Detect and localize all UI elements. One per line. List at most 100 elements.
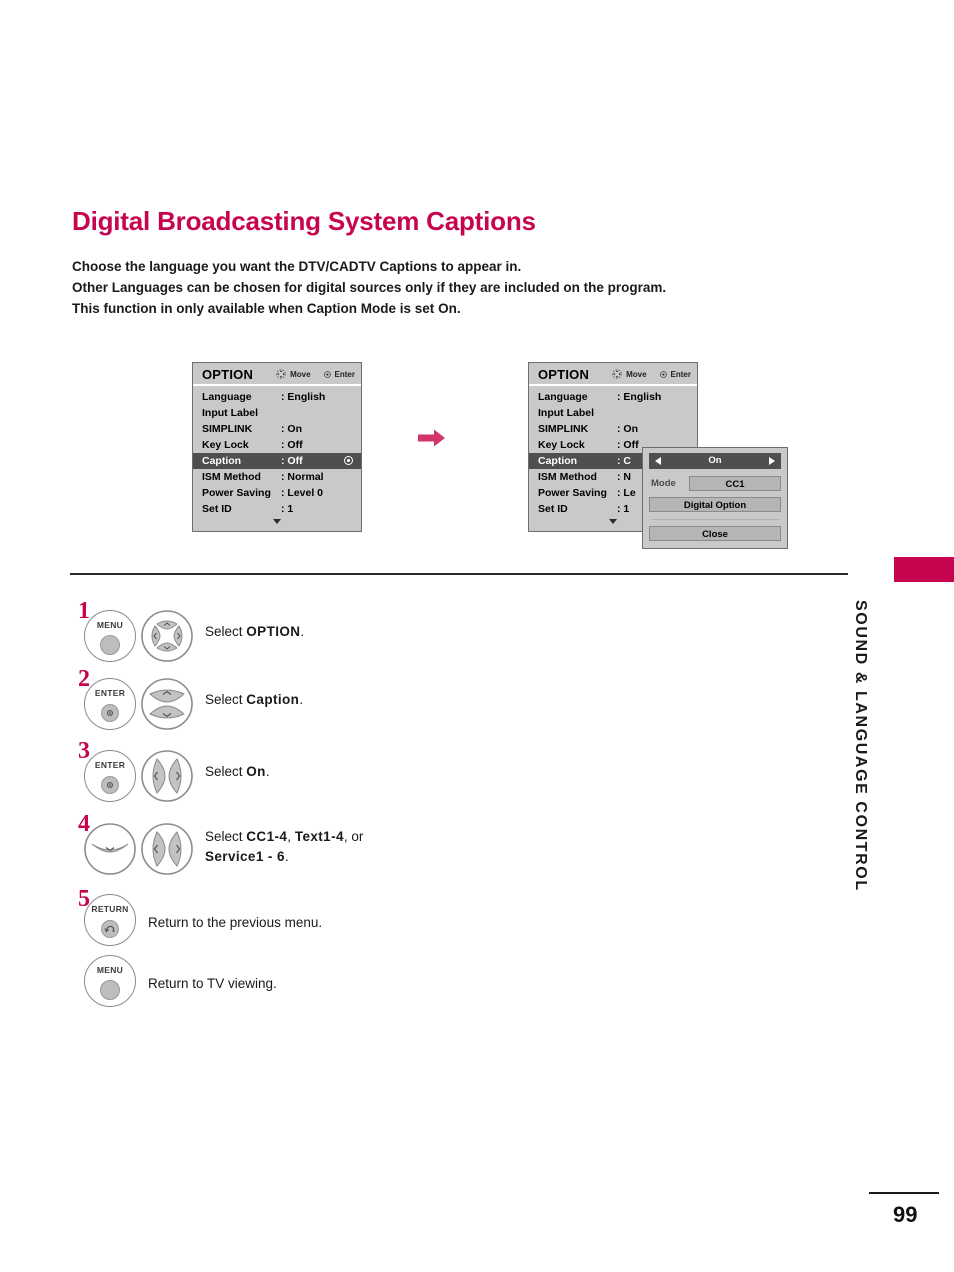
osd-row-simplink[interactable]: SIMPLINK : On bbox=[193, 421, 361, 437]
osd-label: SIMPLINK bbox=[538, 423, 589, 435]
enter-button[interactable]: ENTER bbox=[84, 750, 136, 802]
chapter-label: SOUND & LANGUAGE CONTROL bbox=[852, 600, 869, 892]
popup-divider bbox=[651, 519, 779, 520]
enter-button[interactable]: ENTER bbox=[84, 678, 136, 730]
intro-line-3: This function in only available when Cap… bbox=[72, 298, 792, 319]
navigation-pad-4way[interactable] bbox=[141, 610, 193, 662]
step-2: 2 ENTER Select Caption. bbox=[78, 667, 778, 730]
osd-label: Power Saving bbox=[538, 487, 607, 499]
menu-button[interactable]: MENU bbox=[84, 610, 136, 662]
step-1: 1 MENU Select OPTION. bbox=[78, 598, 778, 662]
intro-line-3-on: On bbox=[438, 301, 457, 316]
osd-footer bbox=[193, 517, 361, 531]
intro-line-3-caption: Caption bbox=[306, 301, 358, 316]
navigation-pad-leftright[interactable] bbox=[141, 750, 193, 802]
intro-line-2: Other Languages can be chosen for digita… bbox=[72, 280, 667, 295]
osd-label: Input Label bbox=[538, 407, 594, 419]
step-4-text-c: , bbox=[287, 829, 295, 844]
scroll-down-icon[interactable] bbox=[609, 519, 617, 524]
step-3-text-a: Select bbox=[205, 764, 247, 779]
osd-value: : On bbox=[281, 423, 302, 435]
osd-title: OPTION bbox=[202, 367, 254, 382]
navigation-pad-down[interactable] bbox=[84, 823, 136, 875]
osd-value: : English bbox=[281, 391, 326, 403]
osd-row-set-id[interactable]: Set ID: 1 bbox=[193, 501, 361, 517]
arrow-right-icon[interactable] bbox=[769, 457, 775, 465]
osd-row-language[interactable]: Language : English bbox=[193, 389, 361, 405]
move-icon bbox=[612, 369, 622, 379]
arrow-left-icon[interactable] bbox=[655, 457, 661, 465]
footer-rule bbox=[869, 1192, 939, 1194]
navigation-pad-leftright[interactable] bbox=[141, 823, 193, 875]
osd-row-list: Language : English Input Label SIMPLINK : … bbox=[193, 386, 361, 517]
step-1-text-a: Select bbox=[205, 624, 247, 639]
step-4-text-d: Text1-4 bbox=[294, 829, 344, 844]
mode-value-button[interactable]: CC1 bbox=[689, 476, 781, 491]
step-3-number: 3 bbox=[78, 738, 90, 764]
osd-value: : Normal bbox=[281, 471, 324, 483]
step-1-text-c: . bbox=[300, 624, 305, 639]
step-3: 3 ENTER Select On. bbox=[78, 738, 778, 802]
final-step-text: Return to TV viewing. bbox=[148, 976, 277, 991]
section-divider bbox=[70, 573, 848, 575]
osd-value: : C bbox=[617, 455, 631, 467]
osd-label: Key Lock bbox=[202, 439, 249, 451]
scroll-down-icon[interactable] bbox=[273, 519, 281, 524]
osd-label: Language bbox=[538, 391, 588, 403]
menu-button-label: MENU bbox=[96, 965, 124, 975]
osd-value: : On bbox=[617, 423, 638, 435]
osd-row-language[interactable]: Language: English bbox=[529, 389, 697, 405]
osd-label: Language bbox=[202, 391, 252, 403]
navigation-pad-updown[interactable] bbox=[141, 678, 193, 730]
osd-value: : Le bbox=[617, 487, 636, 499]
osd-value: : Off bbox=[281, 439, 303, 451]
osd-label: ISM Method bbox=[538, 471, 597, 483]
intro-line-3-e: . bbox=[456, 301, 461, 316]
return-button[interactable]: RETURN bbox=[84, 894, 136, 946]
step-2-text-b: Caption bbox=[246, 692, 300, 707]
osd-header: OPTION Move Enter bbox=[529, 363, 697, 386]
step-3-text: Select On. bbox=[205, 762, 270, 782]
step-1-text: Select OPTION. bbox=[205, 622, 304, 642]
osd-row-power-saving[interactable]: Power Saving: Level 0 bbox=[193, 485, 361, 501]
osd-row-key-lock[interactable]: Key Lock : Off bbox=[193, 437, 361, 453]
step-2-text-a: Select bbox=[205, 692, 247, 707]
osd-panel-option-before: OPTION Move Enter Language: English Inp… bbox=[192, 362, 362, 532]
osd-row-caption[interactable]: Caption: Off bbox=[193, 453, 361, 469]
osd-label: Caption bbox=[538, 455, 578, 467]
final-step: MENU Return to TV viewing. bbox=[78, 950, 778, 1012]
caption-state-selector[interactable]: On bbox=[649, 453, 781, 469]
osd-row-input-label[interactable]: Input Label bbox=[193, 405, 361, 421]
intro-line-3-a: This function in only available when bbox=[72, 301, 307, 316]
osd-label: Input Label bbox=[202, 407, 258, 419]
move-icon bbox=[276, 369, 286, 379]
intro-line-1: Choose the language you want the DTV/CAD… bbox=[72, 259, 522, 274]
osd-label: Power Saving bbox=[202, 487, 271, 499]
osd-header: OPTION Move Enter bbox=[193, 363, 361, 386]
enter-button-dot bbox=[101, 704, 119, 722]
step-3-text-c: . bbox=[265, 764, 270, 779]
osd-value: : 1 bbox=[617, 503, 630, 515]
caption-state-value: On bbox=[708, 455, 722, 466]
osd-row-input-label[interactable]: Input Label bbox=[529, 405, 697, 421]
step-4-text-e: , or bbox=[343, 829, 364, 844]
osd-row-simplink[interactable]: SIMPLINK : On bbox=[529, 421, 697, 437]
return-button-dot bbox=[101, 920, 119, 938]
step-1-number: 1 bbox=[78, 598, 90, 624]
osd-row-ism-method[interactable]: ISM Method: Normal bbox=[193, 469, 361, 485]
enter-icon bbox=[659, 370, 667, 378]
step-4-text-b: CC1-4 bbox=[246, 829, 288, 844]
menu-button-dot bbox=[100, 980, 120, 1000]
close-button[interactable]: Close bbox=[649, 526, 781, 541]
osd-label: SIMPLINK bbox=[202, 423, 253, 435]
step-2-text: Select Caption. bbox=[205, 690, 303, 710]
step-2-text-c: . bbox=[299, 692, 304, 707]
menu-button[interactable]: MENU bbox=[84, 955, 136, 1007]
step-4-text-f: Service1 - 6 bbox=[205, 849, 285, 864]
osd-label: Key Lock bbox=[538, 439, 585, 451]
digital-option-button[interactable]: Digital Option bbox=[649, 497, 781, 512]
osd-value: : Off bbox=[617, 439, 639, 451]
menu-button-dot bbox=[100, 635, 120, 655]
osd-label: Caption bbox=[202, 455, 242, 467]
enter-button-label: ENTER bbox=[94, 760, 126, 770]
